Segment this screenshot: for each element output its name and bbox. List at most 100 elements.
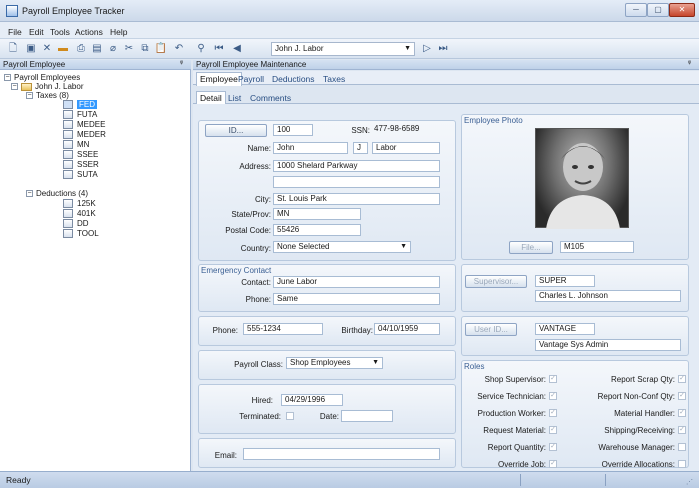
supervisor-code-field[interactable]: SUPER xyxy=(535,275,595,287)
photo-title: Employee Photo xyxy=(464,116,523,125)
user-name-field: Vantage Sys Admin xyxy=(535,339,681,351)
photo-file-field[interactable]: M105 xyxy=(560,241,634,253)
country-select[interactable]: None Selected ▼ xyxy=(273,241,411,253)
copy-icon[interactable]: ⧉ xyxy=(138,42,152,55)
address-line1-field[interactable]: 1000 Shelard Parkway xyxy=(273,160,440,172)
ssn-field[interactable]: 477-98-6589 xyxy=(371,124,443,136)
previous-record-icon[interactable]: ◀ xyxy=(230,42,244,55)
tab-payroll[interactable]: Payroll xyxy=(238,74,264,84)
save-icon[interactable]: ▣ xyxy=(24,42,38,55)
tab-comments[interactable]: Comments xyxy=(250,93,291,103)
attach-icon[interactable]: ⌀ xyxy=(106,42,120,55)
terminated-date-field[interactable] xyxy=(341,410,393,422)
user-id-button[interactable]: User ID... xyxy=(465,323,517,336)
terminated-checkbox[interactable] xyxy=(286,412,294,420)
open-icon[interactable]: ▬ xyxy=(56,42,70,55)
tree-deduction-item[interactable]: DD xyxy=(77,219,89,228)
role-checkbox[interactable]: ✓ xyxy=(678,426,686,434)
phone-field[interactable]: 555-1234 xyxy=(243,323,323,335)
id-field[interactable]: 100 xyxy=(273,124,313,136)
search-icon[interactable]: ⚲ xyxy=(194,42,208,55)
close-button[interactable]: ✕ xyxy=(669,3,695,17)
middle-initial-field[interactable]: J xyxy=(353,142,368,154)
first-record-icon[interactable]: ⏮ xyxy=(212,42,226,55)
document-icon xyxy=(63,229,73,238)
tree-taxes[interactable]: Taxes (8) xyxy=(36,91,69,100)
role-checkbox[interactable]: ✓ xyxy=(549,409,557,417)
role-checkbox[interactable]: ✓ xyxy=(549,392,557,400)
tree-tax-item[interactable]: MN xyxy=(77,140,89,149)
role-checkbox[interactable]: ✓ xyxy=(678,392,686,400)
new-icon[interactable]: 🗋 xyxy=(6,42,20,55)
undo-icon[interactable]: ↶ xyxy=(172,42,186,55)
state-field[interactable]: MN xyxy=(273,208,361,220)
pin-icon[interactable]: ᵠ xyxy=(180,60,183,67)
menu-edit[interactable]: Edit xyxy=(29,27,44,37)
collapse-icon[interactable]: − xyxy=(26,190,33,197)
menu-help[interactable]: Help xyxy=(110,27,127,37)
last-name-field[interactable]: Labor xyxy=(372,142,440,154)
tab-taxes[interactable]: Taxes xyxy=(323,74,345,84)
tab-employee[interactable]: Employee xyxy=(196,72,242,86)
email-field[interactable] xyxy=(243,448,440,460)
delete-icon[interactable]: ✕ xyxy=(40,42,54,55)
city-field[interactable]: St. Louis Park xyxy=(273,193,440,205)
tree-deduction-item[interactable]: 125K xyxy=(77,199,96,208)
print-icon[interactable]: ⎙ xyxy=(74,42,88,55)
tree-tax-item[interactable]: FUTA xyxy=(77,110,97,119)
cut-icon[interactable]: ✂ xyxy=(122,42,136,55)
paste-icon[interactable]: 📋 xyxy=(154,42,168,55)
tree-tax-item[interactable]: SUTA xyxy=(77,170,98,179)
tree-deduction-item[interactable]: TOOL xyxy=(77,229,99,238)
menu-actions[interactable]: Actions xyxy=(75,27,103,37)
role-checkbox[interactable]: ✓ xyxy=(678,409,686,417)
tree-tax-item[interactable]: MEDER xyxy=(77,130,106,139)
tree-root[interactable]: Payroll Employees xyxy=(14,73,80,82)
tree-employee[interactable]: John J. Labor xyxy=(35,82,83,91)
tab-detail[interactable]: Detail xyxy=(196,91,226,105)
tab-deductions[interactable]: Deductions xyxy=(272,74,315,84)
contact-field[interactable]: June Labor xyxy=(273,276,440,288)
tree-tax-item[interactable]: SSEE xyxy=(77,150,98,159)
collapse-icon[interactable]: − xyxy=(4,74,11,81)
menu-file[interactable]: File xyxy=(8,27,22,37)
next-record-icon[interactable]: ▷ xyxy=(420,42,434,55)
role-checkbox[interactable] xyxy=(678,443,686,451)
resize-grip-icon[interactable]: ⋰ xyxy=(686,478,693,486)
menu-tools[interactable]: Tools xyxy=(50,27,70,37)
role-checkbox[interactable]: ✓ xyxy=(549,375,557,383)
id-button[interactable]: ID... xyxy=(205,124,267,137)
collapse-icon[interactable]: − xyxy=(11,83,18,90)
hired-field[interactable]: 04/29/1996 xyxy=(281,394,343,406)
role-checkbox[interactable]: ✓ xyxy=(678,375,686,383)
employee-select[interactable]: John J. Labor ▼ xyxy=(271,42,415,56)
address-label: Address: xyxy=(239,162,271,171)
birthday-field[interactable]: 04/10/1959 xyxy=(374,323,440,335)
country-label: Country: xyxy=(240,244,271,253)
address-line2-field[interactable] xyxy=(273,176,440,188)
tree-tax-item[interactable]: FED xyxy=(77,100,97,109)
tree-tax-item[interactable]: SSER xyxy=(77,160,99,169)
first-name-field[interactable]: John xyxy=(273,142,348,154)
collapse-icon[interactable]: − xyxy=(26,92,33,99)
supervisor-button[interactable]: Supervisor... xyxy=(465,275,527,288)
preview-icon[interactable]: ▤ xyxy=(90,42,104,55)
tree-deduction-item[interactable]: 401K xyxy=(77,209,96,218)
payroll-class-select[interactable]: Shop Employees ▼ xyxy=(286,357,383,369)
postal-code-field[interactable]: 55426 xyxy=(273,224,361,236)
right-panel-title: Payroll Employee Maintenance xyxy=(193,60,699,70)
minimize-button[interactable]: ─ xyxy=(625,3,647,17)
last-record-icon[interactable]: ⏭ xyxy=(436,42,450,55)
tree-deductions[interactable]: Deductions (4) xyxy=(36,189,88,198)
role-checkbox[interactable]: ✓ xyxy=(549,460,557,468)
maximize-button[interactable]: ▢ xyxy=(647,3,669,17)
emergency-phone-field[interactable]: Same xyxy=(273,293,440,305)
user-code-field[interactable]: VANTAGE xyxy=(535,323,595,335)
tree-tax-item[interactable]: MEDEE xyxy=(77,120,105,129)
tab-list[interactable]: List xyxy=(228,93,241,103)
file-button[interactable]: File... xyxy=(509,241,553,254)
role-checkbox[interactable]: ✓ xyxy=(549,426,557,434)
role-checkbox[interactable] xyxy=(678,460,686,468)
pin-icon[interactable]: ᵠ xyxy=(688,60,691,67)
role-checkbox[interactable]: ✓ xyxy=(549,443,557,451)
